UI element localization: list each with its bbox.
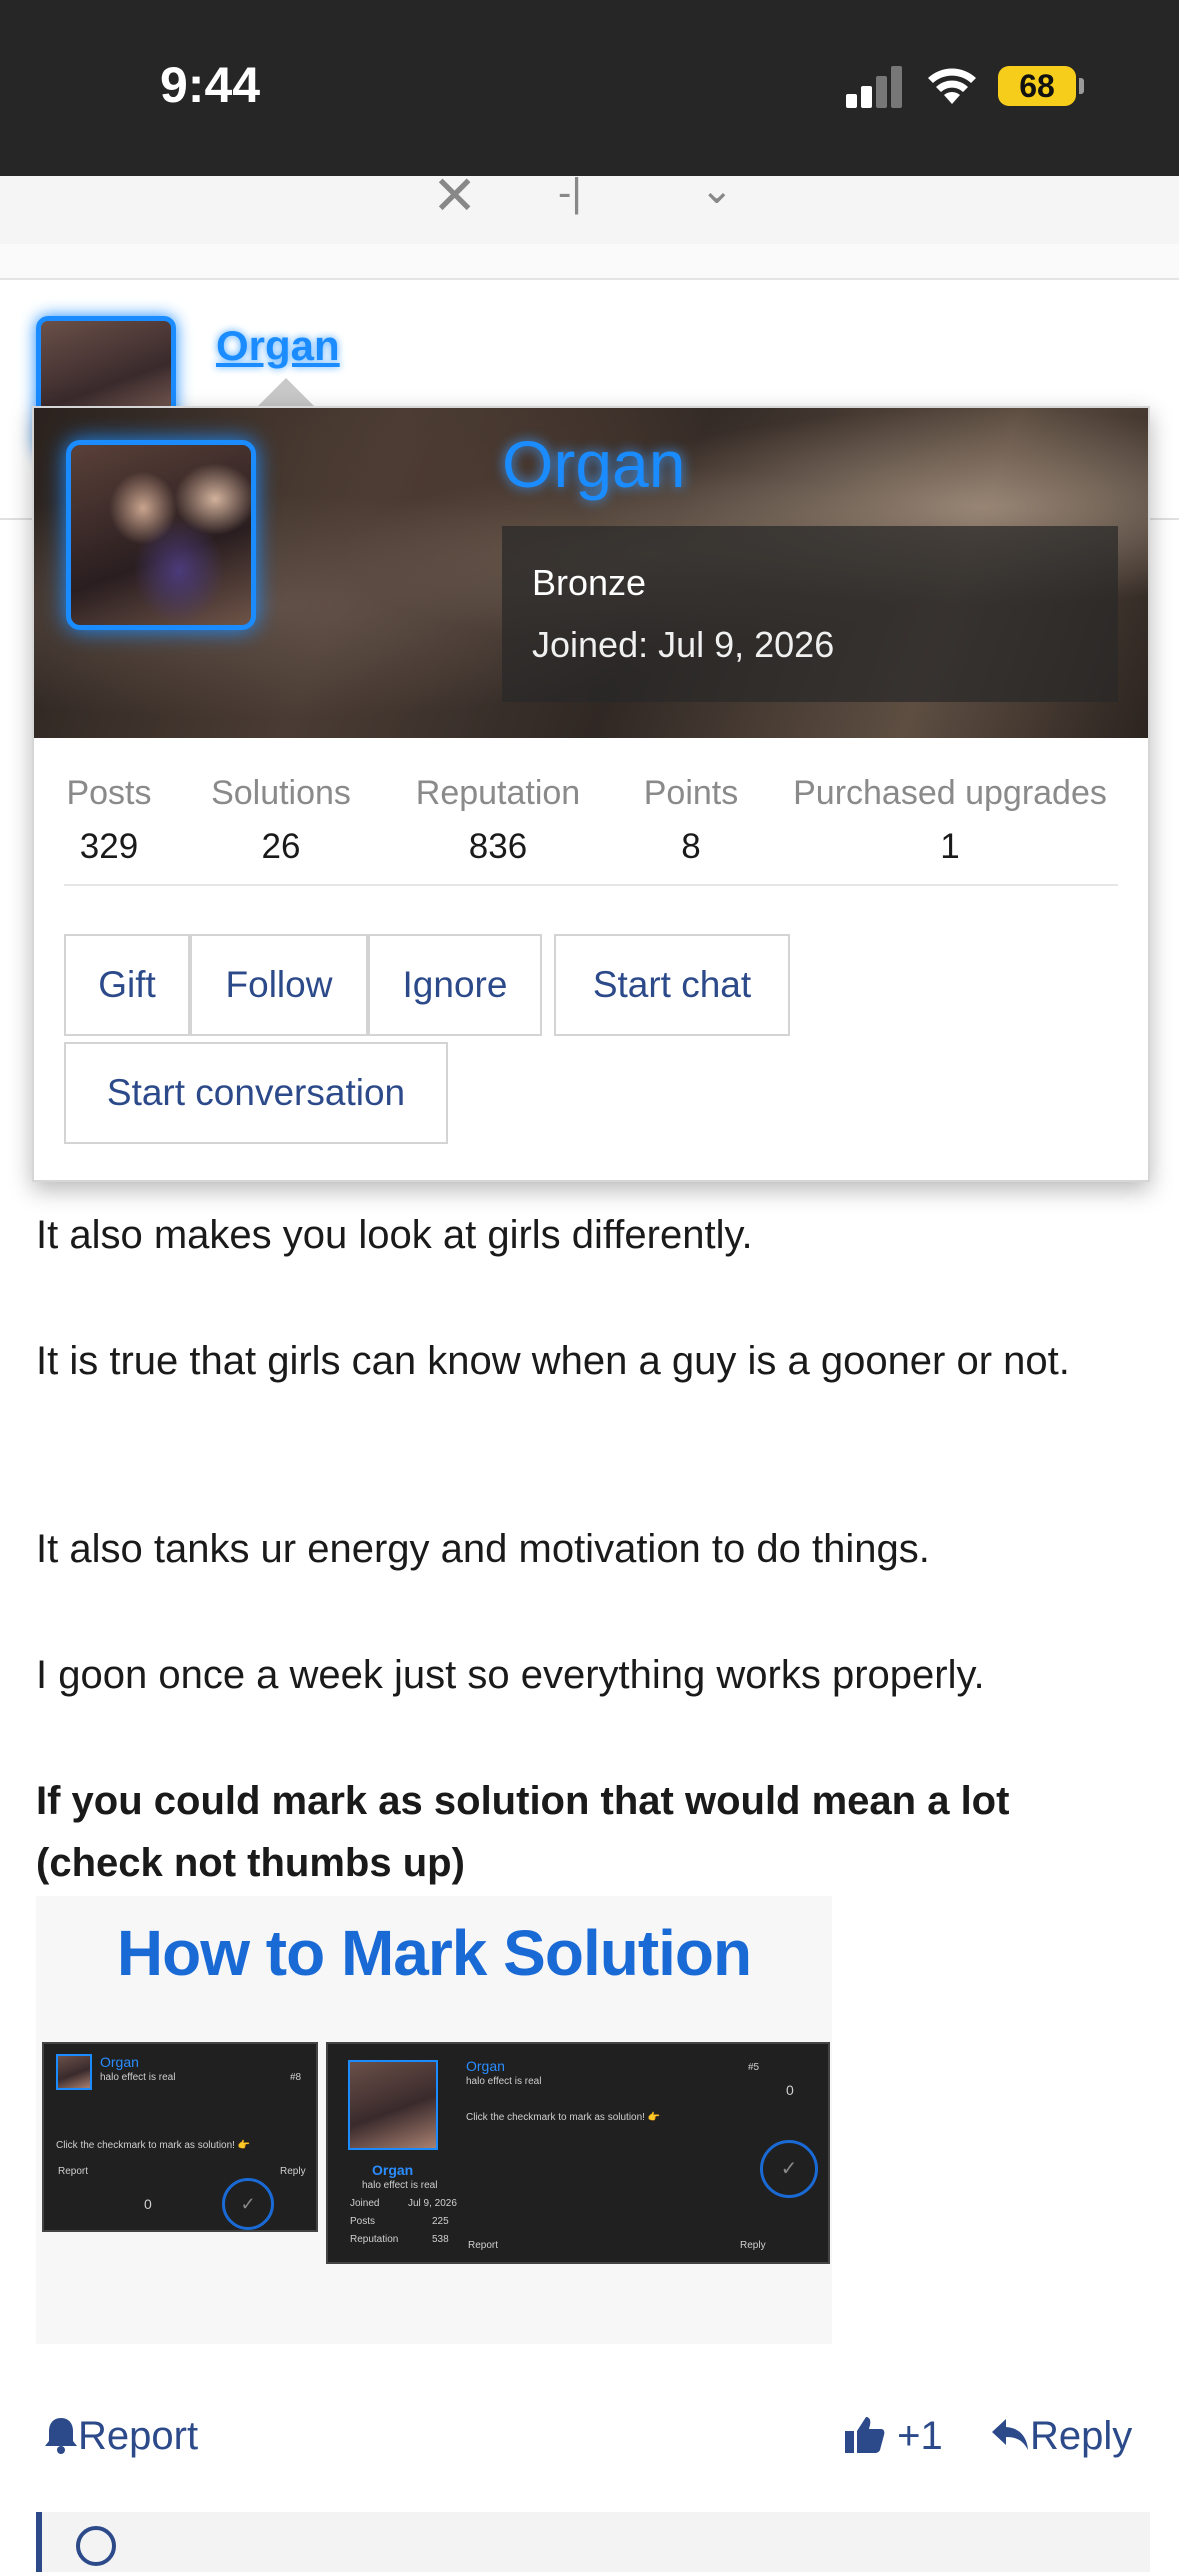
start-conversation-button[interactable]: Start conversation (64, 1042, 448, 1144)
tutorial-screenshot-small: Organ halo effect is real #8 Click the c… (42, 2042, 318, 2232)
stat-value: 8 (681, 827, 701, 866)
stat-label: Solutions (211, 774, 351, 812)
divider (0, 244, 1179, 280)
stat-value: 26 (261, 827, 301, 866)
reply-link[interactable]: Reply (990, 2400, 1132, 2472)
avatar (56, 2054, 92, 2090)
mini-vote-count: 0 (144, 2196, 152, 2212)
chevron-down-icon[interactable]: ⌄ (700, 170, 734, 210)
stat-label: Points (643, 774, 739, 812)
checkmark-icon: ✓ (760, 2140, 818, 2198)
mini-rep-value: 538 (432, 2234, 449, 2245)
member-rank: Bronze (532, 562, 647, 603)
mini-rep-label: Reputation (350, 2234, 399, 2245)
post-username[interactable]: Organ (216, 322, 340, 370)
battery-cap (1079, 78, 1084, 94)
stat-purchased-upgrades[interactable]: Purchased upgrades 1 (782, 774, 1118, 867)
mini-subtitle: halo effect is real (362, 2180, 438, 2191)
mini-username: Organ (372, 2162, 414, 2178)
avatar (348, 2060, 438, 2150)
follow-button[interactable]: Follow (190, 934, 368, 1036)
tutorial-image[interactable]: How to Mark Solution Organ halo effect i… (36, 1896, 832, 2344)
close-icon[interactable]: ✕ (432, 169, 477, 223)
cursor-icon[interactable]: -| (558, 173, 582, 213)
mini-report: Report (58, 2166, 89, 2177)
stat-posts[interactable]: Posts 329 (64, 774, 154, 867)
status-time: 9:44 (160, 57, 261, 113)
thumbs-up-icon (845, 2417, 885, 2453)
stat-value: 1 (940, 827, 960, 866)
report-link[interactable]: Report (44, 2400, 198, 2472)
stat-points[interactable]: Points 8 (638, 774, 744, 867)
like-button[interactable]: +1 (844, 2400, 943, 2472)
start-chat-button[interactable]: Start chat (554, 934, 790, 1036)
mini-subtitle: halo effect is real (466, 2076, 542, 2087)
reply-label: Reply (1030, 2414, 1133, 2458)
mini-posts-value: 225 (432, 2216, 449, 2227)
checkmark-icon: ✓ (222, 2178, 274, 2230)
mini-vote-count: 0 (786, 2082, 794, 2098)
mini-joined-value: Jul 9, 2026 (408, 2198, 457, 2209)
post-paragraph: It also makes you look at girls differen… (36, 1213, 753, 1257)
popup-arrow (258, 378, 314, 406)
mini-posts-label: Posts (350, 2216, 376, 2227)
post-paragraph-bold: If you could mark as solution that would… (36, 1779, 1010, 1885)
mini-post-number: #5 (748, 2062, 760, 2073)
mini-report: Report (468, 2240, 499, 2251)
ignore-button[interactable]: Ignore (368, 934, 542, 1036)
member-tooltip: Organ Bronze Joined: Jul 9, 2026 Posts 3… (32, 406, 1150, 1182)
mini-username: Organ (100, 2054, 139, 2070)
mini-subtitle: halo effect is real (100, 2072, 176, 2083)
stat-label: Reputation (415, 774, 581, 812)
signal-icon (846, 64, 904, 108)
status-bar: 9:44 68 (0, 0, 1179, 176)
stat-value: 836 (468, 827, 528, 866)
member-name[interactable]: Organ (502, 426, 685, 502)
mini-instruction: Click the checkmark to mark as solution!… (56, 2140, 251, 2151)
like-count: +1 (897, 2414, 943, 2458)
battery-icon: 68 (998, 66, 1076, 106)
stat-value: 329 (79, 827, 139, 866)
wifi-icon (928, 68, 976, 104)
mini-instruction: Click the checkmark to mark as solution!… (466, 2112, 661, 2123)
post-paragraph: I goon once a week just so everything wo… (36, 1653, 985, 1697)
member-info-box: Bronze Joined: Jul 9, 2026 (502, 526, 1118, 702)
post-actions: Report +1 Reply (0, 2400, 1179, 2480)
post-paragraph: It also tanks ur energy and motivation t… (36, 1527, 930, 1571)
reply-icon (992, 2419, 1028, 2450)
avatar[interactable] (66, 440, 256, 630)
next-post-preview[interactable] (36, 2512, 1150, 2572)
stat-label: Posts (66, 774, 152, 812)
stat-reputation[interactable]: Reputation 836 (408, 774, 588, 867)
post-paragraph: It is true that girls can know when a gu… (36, 1339, 1070, 1383)
tutorial-title: How to Mark Solution (116, 1917, 752, 1989)
info-icon (76, 2526, 116, 2566)
gift-button[interactable]: Gift (64, 934, 190, 1036)
mini-reply: Reply (740, 2240, 766, 2251)
stat-label: Purchased upgrades (793, 774, 1107, 812)
profile-banner: Organ Bronze Joined: Jul 9, 2026 (34, 408, 1148, 738)
mini-username: Organ (466, 2058, 505, 2074)
member-joined: Joined: Jul 9, 2026 (532, 624, 835, 665)
editor-toolbar: ✕ -| ⌄ (0, 169, 1179, 246)
mini-post-number: #8 (290, 2072, 302, 2083)
tutorial-screenshot-large: Organ halo effect is real Joined Jul 9, … (326, 2042, 830, 2264)
bell-icon (45, 2418, 77, 2454)
stat-solutions[interactable]: Solutions 26 (206, 774, 356, 867)
member-stats: Posts 329 Solutions 26 Reputation 836 Po… (64, 774, 1118, 886)
report-label: Report (78, 2414, 199, 2458)
mini-reply: Reply (280, 2166, 306, 2177)
mini-joined-label: Joined (350, 2198, 380, 2209)
